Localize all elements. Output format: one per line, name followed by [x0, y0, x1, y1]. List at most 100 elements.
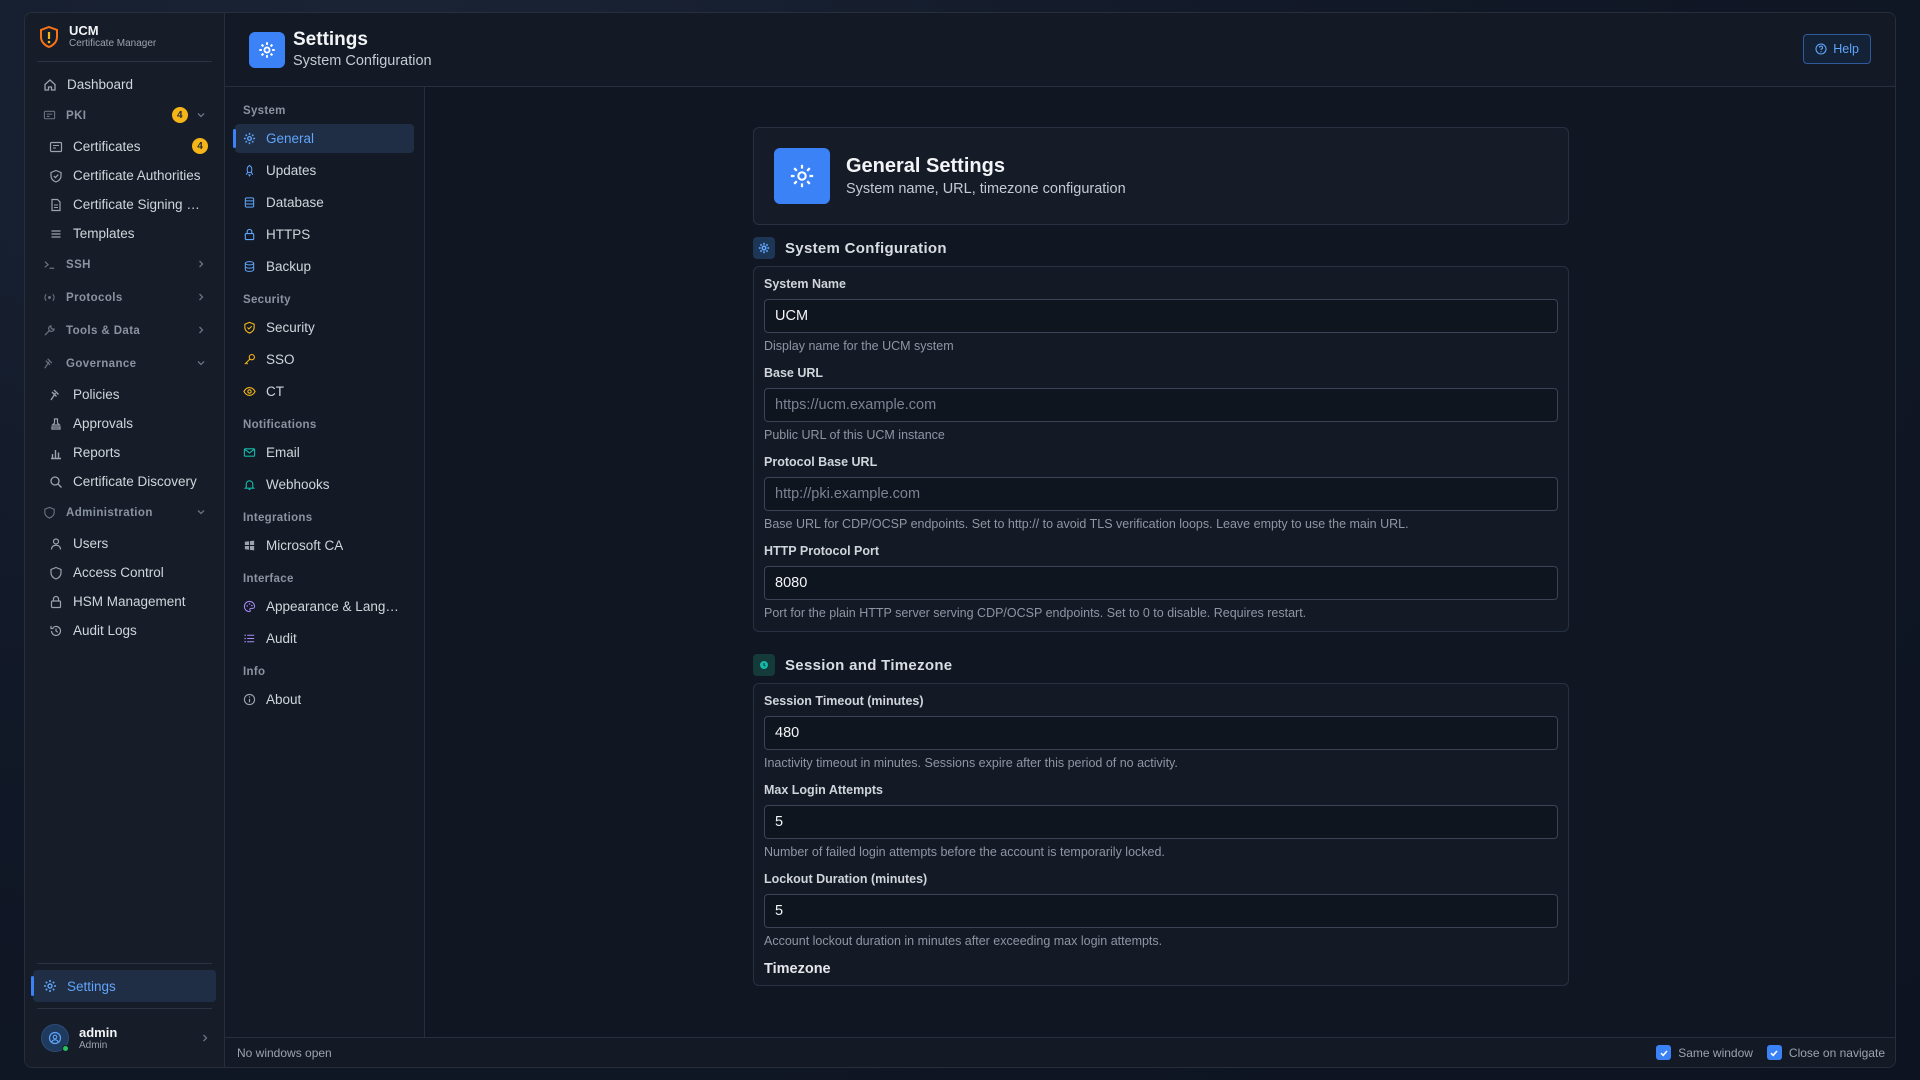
gavel-icon [44, 358, 53, 369]
user-name: admin [79, 1024, 118, 1040]
same-window-checkbox[interactable]: Same window [1656, 1045, 1753, 1060]
protocol-base-url-input[interactable] [764, 477, 1558, 511]
sidebar-group-administration[interactable]: Administration [25, 496, 224, 529]
settings-nav-label: Audit [266, 631, 297, 646]
brand[interactable]: UCM Certificate Manager [25, 13, 224, 61]
field-help: Port for the plain HTTP server serving C… [764, 606, 1307, 620]
base-url-input[interactable] [764, 388, 1558, 422]
settings-nav-database[interactable]: Database [235, 188, 414, 217]
sidebar-group-label: Administration [66, 506, 153, 519]
settings-nav-backup[interactable]: Backup [235, 252, 414, 281]
section-heading-security: Security [243, 294, 291, 306]
help-circle-icon [1815, 43, 1827, 55]
field-session-timeout: Session Timeout (minutes) Inactivity tim… [764, 694, 1558, 771]
sidebar-item-approvals[interactable]: Approvals [25, 409, 224, 438]
sidebar-item-label: Policies [73, 387, 120, 402]
history-icon [50, 625, 62, 636]
section-heading-system: System [243, 105, 286, 117]
sidebar-item-label: Access Control [73, 565, 164, 580]
session-timeout-input[interactable] [764, 716, 1558, 750]
user-menu[interactable]: admin Admin [25, 1009, 224, 1067]
sidebar-group-tools-data[interactable]: Tools & Data [25, 314, 224, 347]
lockout-duration-input[interactable] [764, 894, 1558, 928]
sidebar-item-audit-logs[interactable]: Audit Logs [25, 616, 224, 645]
settings-nav-ct[interactable]: CT [235, 377, 414, 406]
info-icon [243, 693, 256, 706]
sidebar-item-access-control[interactable]: Access Control [25, 558, 224, 587]
field-label: System Name [764, 277, 846, 291]
settings-nav-updates[interactable]: Updates [235, 156, 414, 185]
settings-nav-audit[interactable]: Audit [235, 624, 414, 653]
key-icon [244, 354, 255, 365]
sidebar-item-settings[interactable]: Settings [31, 970, 216, 1002]
sidebar-group-protocols[interactable]: Protocols [25, 281, 224, 314]
sidebar-bottom: Settings admin Admin [25, 963, 224, 1067]
sidebar-item-templates[interactable]: Templates [25, 219, 224, 248]
settings-nav-label: Email [266, 445, 300, 460]
page-header: Settings System Configuration Help [225, 13, 1895, 87]
sidebar-item-certificate-discovery[interactable]: Certificate Discovery [25, 467, 224, 496]
field-max-login-attempts: Max Login Attempts Number of failed logi… [764, 783, 1558, 860]
session-timezone-card: Session Timeout (minutes) Inactivity tim… [753, 683, 1569, 986]
sidebar-group-ssh[interactable]: SSH [25, 248, 224, 281]
field-label: Max Login Attempts [764, 783, 883, 797]
settings-nav-sso[interactable]: SSO [235, 345, 414, 374]
brand-title: UCM [69, 23, 99, 38]
certificate-group-icon [43, 110, 56, 120]
hero-icon [774, 148, 830, 204]
lock-icon [244, 228, 255, 241]
settings-content[interactable]: General Settings System name, URL, timez… [425, 87, 1895, 1037]
window-status-text: No windows open [237, 1045, 332, 1060]
settings-nav-label: General [266, 131, 315, 146]
check-icon [1770, 1049, 1779, 1056]
settings-nav-label: Webhooks [266, 477, 330, 492]
settings-nav-label: Security [266, 320, 315, 335]
status-bar: No windows open Same window Close on nav… [225, 1037, 1895, 1067]
settings-nav-label: Database [266, 195, 324, 210]
sidebar-item-policies[interactable]: Policies [25, 380, 224, 409]
settings-nav-label: Microsoft CA [266, 538, 344, 553]
checkbox-label: Same window [1678, 1045, 1753, 1060]
check-icon [1660, 1049, 1668, 1056]
checkbox-checked[interactable] [1656, 1045, 1672, 1060]
max-login-attempts-input[interactable] [764, 805, 1558, 839]
sidebar-item-hsm-management[interactable]: HSM Management [25, 587, 224, 616]
user-circle-icon [48, 1031, 62, 1045]
settings-nav-appearance[interactable]: Appearance & Language [235, 592, 414, 621]
http-protocol-port-input[interactable] [764, 566, 1558, 600]
field-help: Account lockout duration in minutes afte… [764, 934, 1163, 948]
field-http-protocol-port: HTTP Protocol Port Port for the plain HT… [764, 544, 1558, 621]
settings-nav-label: HTTPS [266, 227, 311, 242]
sidebar-item-certificate-authorities[interactable]: Certificate Authorities [25, 161, 224, 190]
page-subtitle: System Configuration [293, 52, 432, 69]
help-button[interactable]: Help [1803, 34, 1871, 64]
settings-nav-https[interactable]: HTTPS [235, 220, 414, 249]
shield-check-icon [50, 169, 62, 183]
chevron-down-icon [197, 113, 205, 118]
settings-nav-webhooks[interactable]: Webhooks [235, 470, 414, 499]
sidebar-item-reports[interactable]: Reports [25, 438, 224, 467]
sidebar-item-dashboard[interactable]: Dashboard [25, 70, 224, 99]
sidebar-item-csr[interactable]: Certificate Signing Requests [25, 190, 224, 219]
settings-nav-security[interactable]: Security [235, 313, 414, 342]
gear-icon [758, 242, 770, 254]
sidebar-item-users[interactable]: Users [25, 529, 224, 558]
checkbox-checked[interactable] [1766, 1045, 1782, 1060]
settings-nav-email[interactable]: Email [235, 438, 414, 467]
field-system-name: System Name Display name for the UCM sys… [764, 277, 1558, 354]
settings-nav-general[interactable]: General [233, 124, 414, 153]
system-name-input[interactable] [764, 299, 1558, 333]
chevron-right-icon [199, 260, 204, 268]
sidebar-item-certificates[interactable]: Certificates 4 [25, 132, 224, 161]
settings-nav-label: Appearance & Language [266, 599, 406, 614]
sidebar-group-pki[interactable]: PKI 4 [25, 99, 224, 132]
rocket-icon [245, 164, 254, 177]
settings-nav-about[interactable]: About [235, 685, 414, 714]
settings-nav-microsoft-ca[interactable]: Microsoft CA [235, 531, 414, 560]
sidebar-item-label: Templates [73, 226, 135, 241]
close-on-navigate-checkbox[interactable]: Close on navigate [1766, 1045, 1885, 1060]
sidebar-group-governance[interactable]: Governance [25, 347, 224, 380]
stamp-icon [51, 417, 61, 430]
divider [37, 61, 212, 62]
field-label: Lockout Duration (minutes) [764, 872, 928, 886]
